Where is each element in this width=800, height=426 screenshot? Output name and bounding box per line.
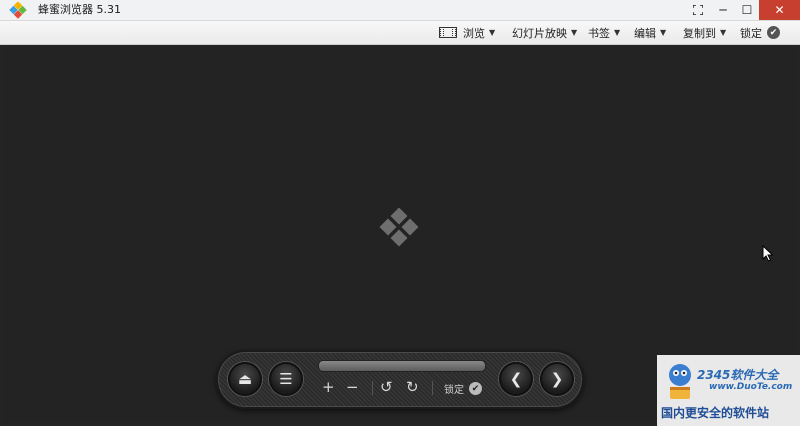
menu-slideshow[interactable]: 幻灯片放映 ▼ <box>512 21 577 44</box>
chevron-left-icon: ❮ <box>509 370 523 388</box>
zoom-in-button[interactable]: + <box>322 380 335 395</box>
chevron-down-icon: ▼ <box>571 28 578 37</box>
chevron-right-icon: ❯ <box>550 370 564 388</box>
close-button[interactable]: ✕ <box>759 0 800 20</box>
rotate-left-button[interactable]: ↺ <box>380 380 393 395</box>
zoom-out-button[interactable]: − <box>346 380 359 395</box>
chevron-down-icon: ▼ <box>614 28 621 37</box>
control-panel: ⏏ ☰ + − ↺ ↻ 锁定 ✔ ❮ ❯ <box>216 350 584 409</box>
watermark-url: www.DuoTe.com <box>709 382 793 392</box>
maximize-button[interactable]: ☐ <box>735 0 759 20</box>
minimize-button[interactable]: ─ <box>711 0 735 20</box>
check-icon: ✔ <box>469 382 482 395</box>
menu-edit-label: 编辑 <box>634 26 656 40</box>
chevron-down-icon: ▼ <box>660 28 667 37</box>
menu-copy-to[interactable]: 复制到 ▼ <box>683 21 726 44</box>
film-icon <box>439 27 457 38</box>
menu-button[interactable]: ☰ <box>269 362 303 396</box>
menu-browse-label: 浏览 <box>463 26 485 40</box>
prev-button[interactable]: ❮ <box>499 362 533 396</box>
app-logo-icon <box>9 2 27 19</box>
fullscreen-button[interactable] <box>686 0 710 20</box>
eject-icon: ⏏ <box>237 370 253 388</box>
rotate-right-button[interactable]: ↻ <box>406 380 419 395</box>
menu-copy-to-label: 复制到 <box>683 26 716 40</box>
next-button[interactable]: ❯ <box>540 362 574 396</box>
menu-bookmarks-label: 书签 <box>588 26 610 40</box>
menu-bookmarks[interactable]: 书签 ▼ <box>588 21 620 44</box>
chevron-down-icon: ▼ <box>720 28 727 37</box>
placeholder-logo-icon <box>379 208 419 247</box>
check-icon: ✔ <box>767 26 780 39</box>
menu-bar: 浏览 ▼ 幻灯片放映 ▼ 书签 ▼ 编辑 ▼ 复制到 ▼ 锁定 ✔ <box>0 21 800 45</box>
menu-edit[interactable]: 编辑 ▼ <box>634 21 666 44</box>
mascot-icon <box>669 364 691 399</box>
chevron-down-icon: ▼ <box>489 28 496 37</box>
app-title: 蜂蜜浏览器 5.31 <box>38 3 121 16</box>
lock-label: 锁定 <box>444 385 464 396</box>
lock-toggle[interactable]: 锁定 ✔ <box>740 21 780 44</box>
eject-button[interactable]: ⏏ <box>228 362 262 396</box>
title-bar: 蜂蜜浏览器 5.31 ─ ☐ ✕ <box>0 0 800 21</box>
menu-browse[interactable]: 浏览 ▼ <box>439 21 495 44</box>
fullscreen-icon <box>693 5 703 15</box>
menu-slideshow-label: 幻灯片放映 <box>512 26 567 40</box>
watermark-brand: 2345软件大全 <box>697 368 779 382</box>
menu-icon: ☰ <box>279 370 293 388</box>
watermark: 2345软件大全 www.DuoTe.com 国内更安全的软件站 <box>657 355 800 426</box>
divider <box>372 381 373 395</box>
lock-label: 锁定 <box>740 26 762 40</box>
divider <box>432 381 433 395</box>
watermark-slogan: 国内更安全的软件站 <box>661 406 770 420</box>
progress-bar[interactable] <box>318 360 486 372</box>
mouse-cursor-icon <box>762 245 774 262</box>
lock-toggle-panel[interactable]: 锁定 ✔ <box>444 381 482 396</box>
